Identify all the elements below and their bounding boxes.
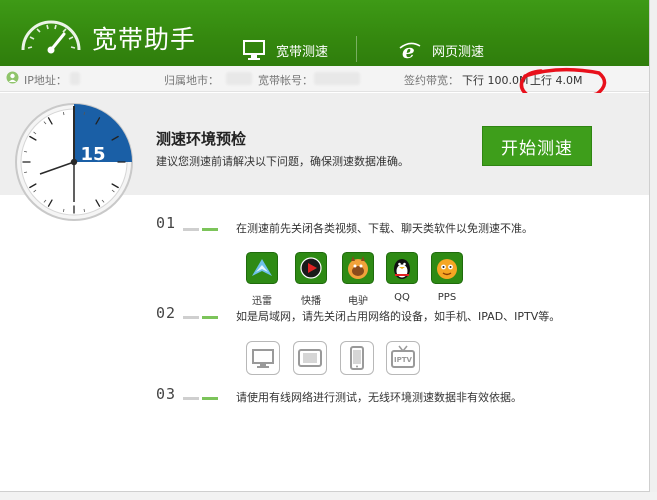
app-label: 电驴 bbox=[348, 296, 368, 307]
svg-text:e: e bbox=[402, 39, 415, 62]
qvod-player-icon bbox=[295, 252, 327, 284]
tablet-icon bbox=[298, 349, 322, 367]
precheck-description: 建议您测速前请解决以下问题，确保测速数据准确。 bbox=[156, 155, 409, 168]
app-label: 快播 bbox=[301, 296, 321, 307]
app-item-qq: QQ bbox=[384, 252, 420, 303]
iptv-label: IPTV bbox=[394, 356, 413, 364]
ip-label: IP地址： bbox=[24, 74, 67, 87]
step-number: 02 bbox=[156, 304, 177, 322]
desktop-icon bbox=[252, 349, 274, 368]
window-right-edge bbox=[650, 0, 657, 500]
xunlei-bird-icon bbox=[246, 252, 278, 284]
countdown-value: 15 bbox=[80, 144, 105, 165]
monitor-icon bbox=[243, 40, 265, 60]
app-item-pps: PPS bbox=[429, 252, 465, 303]
phone-icon bbox=[350, 346, 364, 370]
app-label: QQ bbox=[394, 292, 410, 303]
app-item-xunlei: 迅雷 bbox=[244, 252, 280, 307]
user-location-icon bbox=[6, 71, 19, 84]
step-dash-decoration bbox=[183, 316, 219, 320]
pps-icon bbox=[431, 252, 463, 284]
countdown-clock-icon: 15 bbox=[15, 103, 133, 221]
step-number: 03 bbox=[156, 385, 177, 403]
tab-label: 网页测速 bbox=[432, 44, 485, 60]
app-label: 迅雷 bbox=[252, 296, 272, 307]
step-text: 请使用有线网络进行测试，无线环境测速数据非有效依据。 bbox=[236, 391, 522, 404]
account-label: 宽带帐号： bbox=[258, 74, 313, 87]
ie-browser-icon: e bbox=[399, 39, 421, 62]
app-item-qvod: 快播 bbox=[293, 252, 329, 307]
bandwidth-label: 签约带宽： bbox=[404, 74, 459, 87]
app-item-emule: 电驴 bbox=[340, 252, 376, 307]
precheck-title: 测速环境预检 bbox=[156, 130, 247, 148]
start-speedtest-button[interactable]: 开始测速 bbox=[482, 126, 592, 166]
app-label: PPS bbox=[437, 292, 457, 303]
device-phone bbox=[340, 341, 374, 375]
app-title: 宽带助手 bbox=[92, 25, 197, 54]
tab-broadband-speedtest[interactable]: 宽带测速 bbox=[242, 36, 328, 64]
step-dash-decoration bbox=[183, 397, 219, 401]
step-text: 如是局域网，请先关闭占用网络的设备，如手机、IPAD、IPTV等。 bbox=[236, 310, 561, 323]
emule-donkey-icon bbox=[342, 252, 374, 284]
broadband-assistant-window: 宽带助手 宽带测速 e 网页测速 IP地址： 归属地市： 宽带帐号： 签约带宽：… bbox=[0, 0, 650, 492]
location-label: 归属地市： bbox=[164, 74, 219, 87]
tab-label: 宽带测速 bbox=[276, 44, 329, 60]
speedometer-logo-icon bbox=[21, 20, 81, 54]
iptv-icon: IPTV bbox=[391, 345, 415, 368]
device-tablet bbox=[293, 341, 327, 375]
step-text: 在测速前先关闭各类视频、下载、聊天类软件以免测速不准。 bbox=[236, 222, 533, 235]
app-header: 宽带助手 宽带测速 e 网页测速 bbox=[0, 0, 649, 66]
tab-web-speedtest[interactable]: e 网页测速 bbox=[398, 36, 484, 64]
ip-value-redacted bbox=[70, 72, 80, 85]
device-iptv: IPTV bbox=[386, 341, 420, 375]
tab-divider bbox=[356, 36, 357, 62]
device-desktop bbox=[246, 341, 280, 375]
account-value-redacted bbox=[314, 72, 360, 85]
step-number: 01 bbox=[156, 214, 177, 232]
window-bottom-edge bbox=[0, 492, 657, 500]
location-value-redacted bbox=[226, 72, 252, 85]
step-dash-decoration bbox=[183, 228, 219, 232]
qq-penguin-icon bbox=[386, 252, 418, 284]
